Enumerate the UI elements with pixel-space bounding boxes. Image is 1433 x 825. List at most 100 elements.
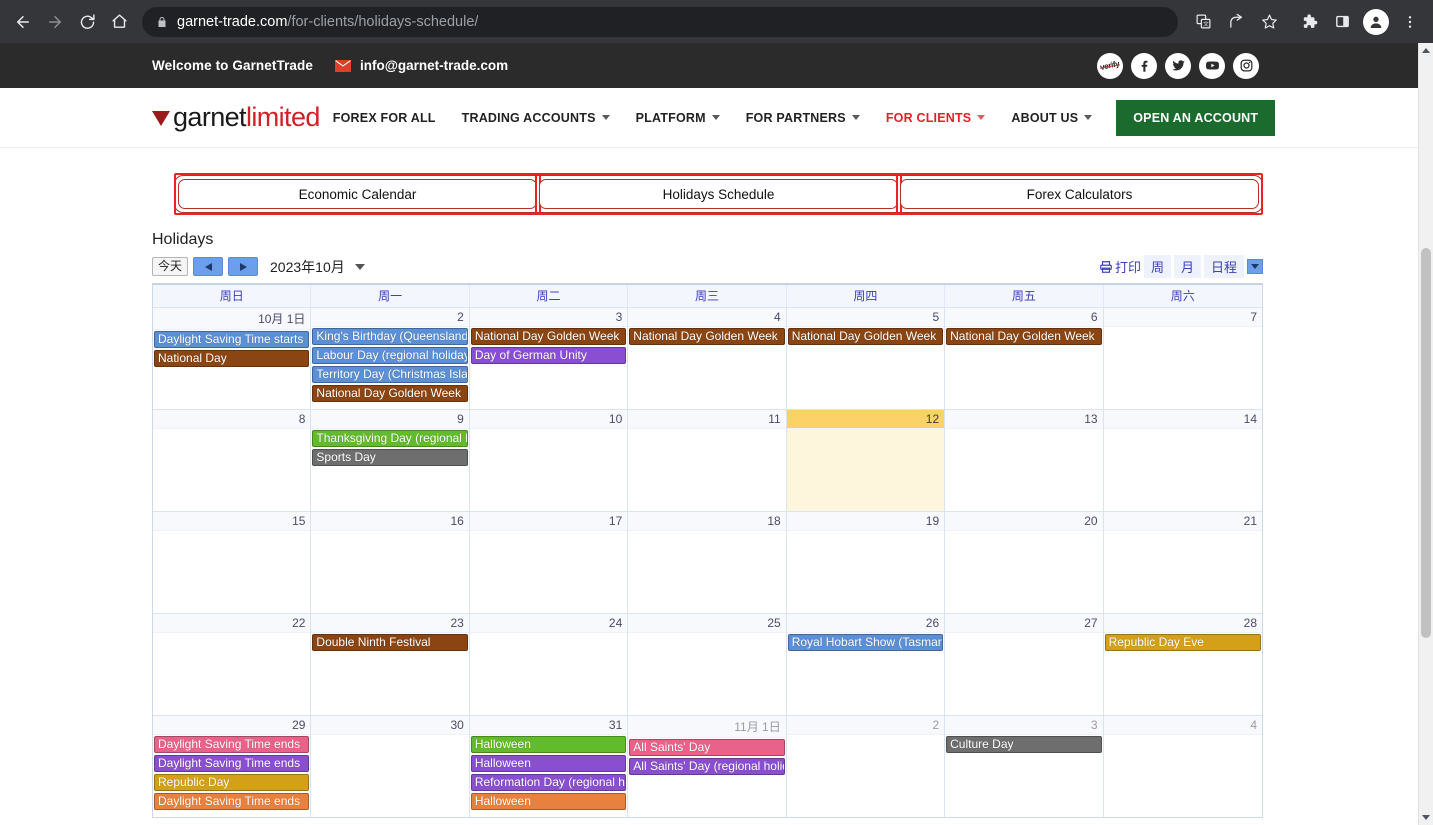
- calendar-day-cell[interactable]: 29 Daylight Saving Time ends Daylight Savi…: [153, 716, 312, 817]
- nav-item-forex-for-all[interactable]: FOREX FOR ALL: [320, 111, 449, 125]
- home-icon[interactable]: [104, 7, 134, 37]
- calendar-day-cell[interactable]: 4 National Day Golden Week: [628, 308, 787, 409]
- calendar-day-cell[interactable]: 5 National Day Golden Week: [786, 308, 946, 409]
- calendar-event[interactable]: National Day Golden Week: [629, 328, 785, 345]
- calendar-event[interactable]: National Day Golden Week: [787, 328, 944, 345]
- calendar-event[interactable]: National Day Golden Week: [946, 328, 1102, 345]
- calendar-day-cell[interactable]: 3 National Day Golden Week Day of German U…: [469, 308, 629, 409]
- calendar-day-cell[interactable]: 20: [945, 512, 1104, 613]
- calendar-event[interactable]: Double Ninth Festival: [312, 634, 468, 651]
- today-button[interactable]: 今天: [152, 257, 189, 276]
- verify-badge-icon[interactable]: verify: [1097, 52, 1123, 79]
- calendar-event[interactable]: Daylight Saving Time ends: [154, 793, 310, 810]
- nav-item-platform[interactable]: PLATFORM: [623, 111, 733, 125]
- next-month-button[interactable]: [228, 257, 259, 276]
- share-icon[interactable]: [1221, 7, 1251, 37]
- open-account-button[interactable]: OPEN AN ACCOUNT: [1116, 99, 1276, 136]
- back-arrow-icon[interactable]: [8, 7, 38, 37]
- calendar-day-cell[interactable]: 14: [1103, 410, 1262, 511]
- calendar-event[interactable]: Reformation Day (regional holiday): [470, 774, 627, 791]
- calendar-event[interactable]: Thanksgiving Day (regional holiday): [312, 430, 468, 447]
- reload-icon[interactable]: [72, 7, 102, 37]
- calendar-event[interactable]: Republic Day: [154, 774, 310, 791]
- scrollbar-thumb[interactable]: [1421, 248, 1431, 638]
- site-logo[interactable]: garnet limited: [152, 102, 320, 133]
- tab-economic-calendar[interactable]: Economic Calendar: [174, 173, 541, 215]
- view-week-button[interactable]: 周: [1143, 255, 1171, 278]
- calendar-event[interactable]: Territory Day (Christmas Island): [312, 366, 468, 383]
- address-bar[interactable]: garnet-trade.com/for-clients/holidays-sc…: [142, 6, 1178, 37]
- star-icon[interactable]: [1254, 7, 1284, 37]
- calendar-day-cell[interactable]: 8: [153, 410, 312, 511]
- translate-icon[interactable]: 文: [1188, 7, 1218, 37]
- scroll-down-arrow-icon[interactable]: [1419, 810, 1433, 825]
- calendar-event[interactable]: All Saints' Day: [629, 739, 785, 756]
- calendar-day-cell[interactable]: 6 National Day Golden Week: [945, 308, 1104, 409]
- calendar-day-cell[interactable]: 23 Double Ninth Festival: [311, 614, 470, 715]
- calendar-day-cell[interactable]: 4: [1103, 716, 1262, 817]
- nav-item-about-us[interactable]: ABOUT US: [998, 111, 1105, 125]
- calendar-day-cell[interactable]: 27: [945, 614, 1104, 715]
- calendar-day-cell[interactable]: 26 Royal Hobart Show (Tasmania): [786, 614, 946, 715]
- twitter-icon[interactable]: [1165, 52, 1191, 79]
- nav-item-trading-accounts[interactable]: TRADING ACCOUNTS: [449, 111, 623, 125]
- puzzle-icon[interactable]: [1294, 7, 1324, 37]
- calendar-day-cell[interactable]: 2: [786, 716, 946, 817]
- youtube-icon[interactable]: [1199, 52, 1225, 79]
- calendar-day-cell[interactable]: 10: [469, 410, 629, 511]
- calendar-event[interactable]: National Day Golden Week: [470, 328, 627, 345]
- calendar-event[interactable]: National Day: [154, 350, 310, 367]
- calendar-day-cell[interactable]: 11: [628, 410, 787, 511]
- calendar-day-cell[interactable]: 15: [153, 512, 312, 613]
- calendar-event[interactable]: Daylight Saving Time ends: [154, 755, 310, 772]
- calendar-event[interactable]: Royal Hobart Show (Tasmania): [787, 634, 944, 651]
- calendar-day-cell[interactable]: 13: [945, 410, 1104, 511]
- calendar-event[interactable]: Daylight Saving Time starts: [154, 331, 310, 348]
- calendar-day-cell[interactable]: 11月 1日 All Saints' Day All Saints' Day (re…: [628, 716, 787, 817]
- calendar-event[interactable]: Republic Day Eve: [1104, 634, 1261, 651]
- calendar-event[interactable]: Day of German Unity: [470, 347, 627, 364]
- nav-item-for-partners[interactable]: FOR PARTNERS: [733, 111, 873, 125]
- calendar-day-cell[interactable]: 3 Culture Day: [945, 716, 1104, 817]
- instagram-icon[interactable]: [1233, 52, 1259, 79]
- calendar-day-cell[interactable]: 18: [628, 512, 787, 613]
- facebook-icon[interactable]: [1131, 52, 1157, 79]
- calendar-day-cell[interactable]: 10月 1日 Daylight Saving Time starts Nationa…: [153, 308, 312, 409]
- calendar-day-cell[interactable]: 19: [786, 512, 946, 613]
- calendar-event[interactable]: Halloween: [470, 793, 627, 810]
- calendar-day-cell[interactable]: 12: [786, 410, 946, 511]
- calendar-event[interactable]: Halloween: [470, 736, 627, 753]
- calendar-event[interactable]: All Saints' Day (regional holiday): [629, 758, 785, 775]
- calendar-day-cell[interactable]: 17: [469, 512, 629, 613]
- calendar-day-cell[interactable]: 31 Halloween Halloween Reformation Day (reg…: [469, 716, 629, 817]
- calendar-day-cell[interactable]: 28 Republic Day Eve: [1103, 614, 1262, 715]
- calendar-day-cell[interactable]: 21: [1103, 512, 1262, 613]
- calendar-day-cell[interactable]: 2 King's Birthday (Queensland) Labour Day …: [311, 308, 470, 409]
- calendar-day-cell[interactable]: 25: [628, 614, 787, 715]
- calendar-event[interactable]: Sports Day: [312, 449, 468, 466]
- calendar-event[interactable]: King's Birthday (Queensland): [312, 328, 468, 345]
- tab-forex-calculators[interactable]: Forex Calculators: [896, 173, 1263, 215]
- calendar-day-cell[interactable]: 7: [1103, 308, 1262, 409]
- period-dropdown-icon[interactable]: [354, 263, 365, 270]
- nav-item-for-clients[interactable]: FOR CLIENTS: [873, 111, 999, 125]
- view-month-button[interactable]: 月: [1173, 255, 1201, 278]
- side-panel-icon[interactable]: [1327, 7, 1357, 37]
- calendar-day-cell[interactable]: 22: [153, 614, 312, 715]
- calendar-event[interactable]: Daylight Saving Time ends: [154, 736, 310, 753]
- calendar-day-cell[interactable]: 9Thanksgiving Day (regional holiday) Spor…: [311, 410, 470, 511]
- scroll-up-arrow-icon[interactable]: [1419, 43, 1433, 58]
- calendar-day-cell[interactable]: 24: [469, 614, 629, 715]
- contact-email[interactable]: info@garnet-trade.com: [335, 58, 508, 73]
- calendar-day-cell[interactable]: 16: [311, 512, 470, 613]
- page-scrollbar[interactable]: [1418, 43, 1433, 825]
- profile-avatar-icon[interactable]: [1363, 8, 1389, 35]
- kebab-menu-icon[interactable]: [1395, 7, 1425, 37]
- forward-arrow-icon[interactable]: [40, 7, 70, 37]
- view-agenda-button[interactable]: 日程: [1203, 255, 1244, 278]
- calendar-event[interactable]: Labour Day (regional holiday): [312, 347, 468, 364]
- tab-holidays-schedule[interactable]: Holidays Schedule: [535, 173, 902, 215]
- calendar-day-cell[interactable]: 30: [311, 716, 470, 817]
- view-dropdown-button[interactable]: [1247, 259, 1263, 274]
- calendar-event[interactable]: National Day Golden Week: [312, 385, 468, 402]
